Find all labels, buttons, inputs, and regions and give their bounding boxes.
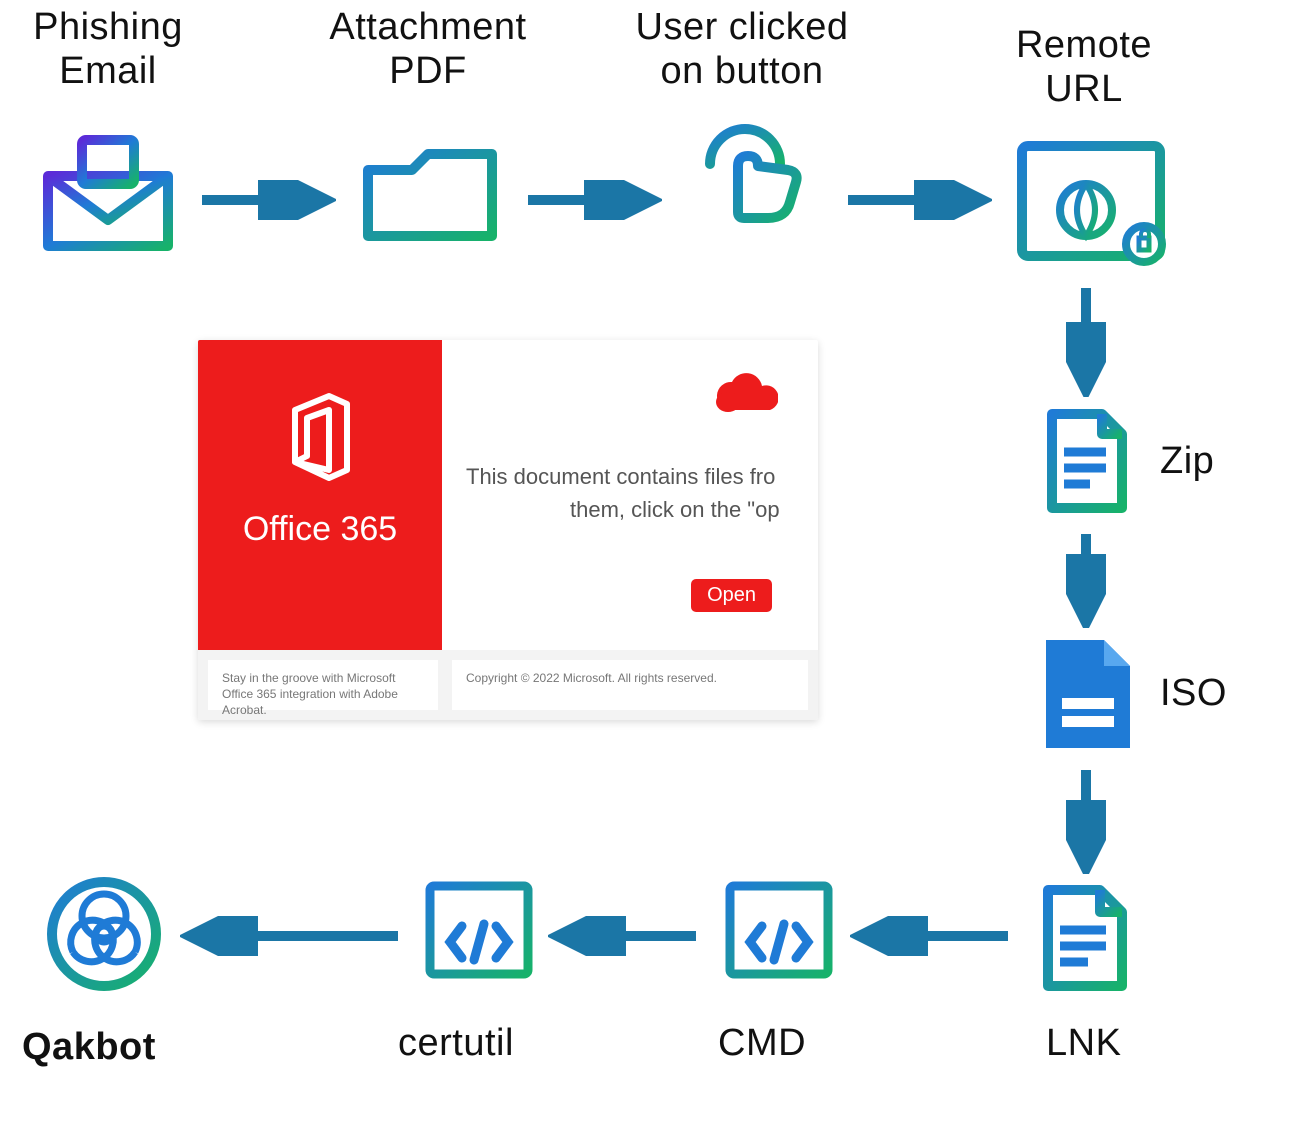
phishing-dialog-body-panel: This document contains files fro them, c… xyxy=(442,340,818,650)
arrow-2 xyxy=(522,180,662,220)
arrow-left-1 xyxy=(850,916,1020,956)
code-window-icon-certutil xyxy=(424,880,534,989)
label-iso: ISO xyxy=(1160,672,1227,716)
cloud-icon xyxy=(708,370,778,421)
phishing-dialog-footer: Stay in the groove with Microsoft Office… xyxy=(198,650,818,720)
footer-cell-b: Copyright © 2022 Microsoft. All rights r… xyxy=(452,660,808,710)
label-certutil: certutil xyxy=(398,1022,514,1066)
label-attachment-pdf: AttachmentPDF xyxy=(298,6,558,93)
label-qakbot: Qakbot xyxy=(22,1026,156,1070)
email-icon xyxy=(38,134,178,259)
phishing-dialog-brand-panel: Office 365 xyxy=(198,340,442,650)
file-icon-lnk xyxy=(1040,884,1132,1001)
biohazard-icon xyxy=(44,874,164,999)
browser-icon xyxy=(1016,140,1166,275)
office-brand-label: Office 365 xyxy=(198,510,442,549)
office-logo-icon xyxy=(283,392,357,487)
code-window-icon-cmd xyxy=(724,880,834,989)
open-button[interactable]: Open xyxy=(691,579,772,612)
label-lnk: LNK xyxy=(1046,1022,1121,1066)
arrow-down-2 xyxy=(1066,528,1106,628)
arrow-down-3 xyxy=(1066,764,1106,874)
arrow-down-1 xyxy=(1066,282,1106,397)
folder-icon xyxy=(360,144,500,259)
file-icon-iso xyxy=(1040,636,1136,759)
label-cmd: CMD xyxy=(718,1022,806,1066)
arrow-3 xyxy=(842,180,992,220)
phishing-dialog: Office 365 This document contains files … xyxy=(198,340,818,720)
arrow-left-3 xyxy=(180,916,410,956)
footer-cell-a: Stay in the groove with Microsoft Office… xyxy=(208,660,438,710)
label-remote-url: RemoteURL xyxy=(984,24,1184,111)
file-icon-zip xyxy=(1042,408,1132,523)
phishing-dialog-body-text: This document contains files fro them, c… xyxy=(466,460,780,526)
label-zip: Zip xyxy=(1160,440,1214,484)
label-user-clicked: User clickedon button xyxy=(602,6,882,93)
touch-icon xyxy=(680,124,810,269)
label-phishing-email: PhishingEmail xyxy=(8,6,208,93)
arrow-left-2 xyxy=(548,916,708,956)
arrow-1 xyxy=(196,180,336,220)
